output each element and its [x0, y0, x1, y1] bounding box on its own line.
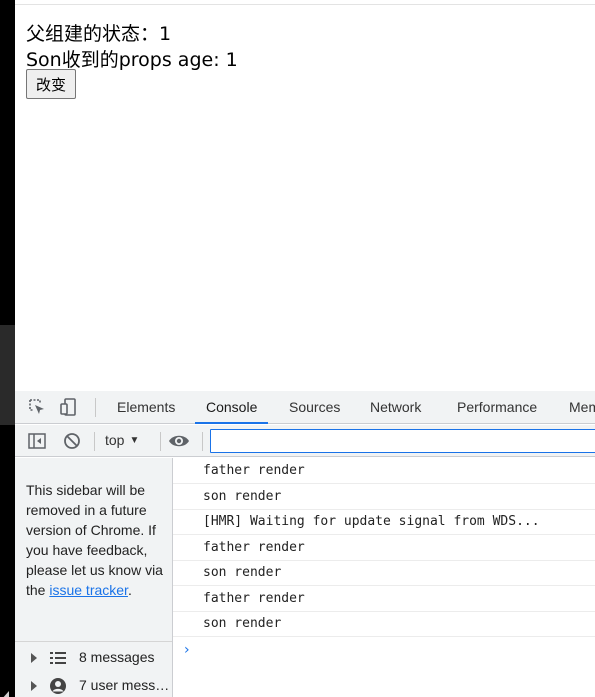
sidebar-notice-text: This sidebar will be removed in a future… — [26, 482, 163, 598]
son-props-text: Son收到的props age: 1 — [26, 49, 238, 71]
live-expression-eye-icon[interactable] — [168, 431, 190, 451]
sidebar-toggle-icon[interactable] — [27, 431, 47, 451]
expand-arrow-icon[interactable] — [31, 681, 37, 691]
sidebar-item-user-messages[interactable]: 7 user mess… — [15, 672, 172, 697]
console-toolbar: top ▼ — [15, 425, 595, 457]
console-message: son render — [173, 560, 595, 586]
tab-performance[interactable]: Performance — [457, 391, 537, 424]
clear-console-icon[interactable] — [62, 431, 82, 451]
expand-arrow-icon[interactable] — [31, 653, 37, 663]
console-sidebar: This sidebar will be removed in a future… — [15, 458, 173, 697]
sidebar-item-label: 7 user mess… — [79, 677, 170, 693]
list-icon — [50, 652, 66, 664]
context-selector-value: top — [105, 432, 125, 448]
issue-tracker-link[interactable]: issue tracker — [49, 582, 128, 598]
dock-handle[interactable] — [0, 325, 15, 697]
viewport-top-divider — [15, 4, 595, 5]
toolbar-separator — [94, 432, 95, 451]
console-filter-input[interactable] — [210, 429, 595, 453]
sidebar-item-messages[interactable]: 8 messages — [15, 644, 172, 672]
tab-network[interactable]: Network — [370, 391, 421, 424]
console-prompt-chevron-icon[interactable]: › — [184, 642, 190, 658]
collapse-arrow-icon[interactable] — [1, 691, 9, 697]
toolbar-separator — [160, 432, 161, 451]
inspect-element-icon[interactable] — [27, 397, 47, 417]
sidebar-notice-end: . — [127, 582, 132, 598]
tabbar-separator — [95, 398, 96, 417]
change-button[interactable]: 改变 — [26, 69, 77, 99]
console-message: father render — [173, 458, 595, 484]
chevron-down-icon: ▼ — [129, 435, 140, 446]
console-message: father render — [173, 586, 595, 612]
devtools-tabbar: Elements Console Sources Network Perform… — [15, 391, 595, 424]
console-message: son render — [173, 484, 595, 510]
user-icon — [50, 678, 66, 694]
browser-window: 父组建的状态：1 Son收到的props age: 1 改变 Elements … — [0, 0, 595, 697]
parent-state-text: 父组建的状态：1 — [26, 23, 172, 45]
tab-memory[interactable]: Mem — [569, 391, 595, 424]
tab-console[interactable]: Console — [195, 391, 269, 424]
sidebar-item-label: 8 messages — [79, 649, 155, 665]
console-message: father render — [173, 535, 595, 561]
tab-sources[interactable]: Sources — [289, 391, 340, 424]
devtools-panel: Elements Console Sources Network Perform… — [15, 391, 595, 697]
sidebar-deprecation-notice: This sidebar will be removed in a future… — [26, 480, 168, 600]
page-viewport: 父组建的状态：1 Son收到的props age: 1 改变 — [15, 0, 595, 391]
console-message: son render — [173, 611, 595, 637]
context-selector[interactable]: top ▼ — [105, 432, 139, 448]
left-dock-strip — [0, 0, 15, 697]
toolbar-separator — [202, 432, 203, 451]
device-toolbar-icon[interactable] — [59, 397, 79, 417]
console-output: father render son render [HMR] Waiting f… — [173, 458, 595, 697]
console-message: [HMR] Waiting for update signal from WDS… — [173, 509, 595, 535]
tab-elements[interactable]: Elements — [117, 391, 175, 424]
sidebar-divider — [15, 641, 172, 642]
